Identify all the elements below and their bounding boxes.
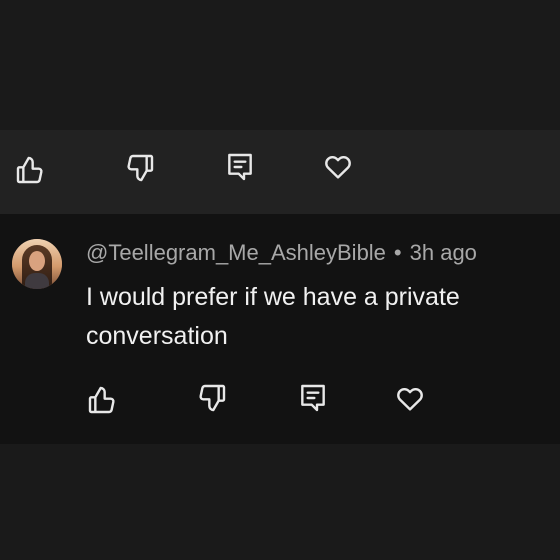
avatar[interactable] — [12, 239, 62, 289]
heart-button[interactable] — [318, 146, 358, 186]
comment-text: I would prefer if we have a private conv… — [86, 283, 460, 350]
heart-button[interactable] — [390, 378, 430, 418]
reply-button[interactable] — [293, 378, 333, 418]
thumbs-up-icon — [16, 156, 43, 184]
comment-time: 3h ago — [409, 240, 477, 265]
previous-comment-actions — [0, 130, 560, 214]
thumbs-down-icon — [127, 154, 154, 182]
top-area — [0, 0, 560, 130]
dislike-button[interactable] — [192, 378, 232, 418]
comment-author[interactable]: @Teellegram_Me_AshleyBible — [86, 240, 386, 265]
like-button[interactable] — [10, 150, 50, 190]
like-button[interactable] — [82, 380, 122, 420]
comment-meta: @Teellegram_Me_AshleyBible • 3h ago — [86, 240, 477, 266]
thumbs-down-icon — [199, 384, 226, 412]
reply-button[interactable] — [220, 147, 260, 187]
dislike-button[interactable] — [120, 148, 160, 188]
thumbs-up-icon — [88, 386, 115, 414]
meta-separator: • — [393, 240, 402, 265]
comments-screen: @Teellegram_Me_AshleyBible • 3h ago I woul… — [0, 0, 560, 560]
heart-icon — [397, 388, 423, 411]
comment-item: @Teellegram_Me_AshleyBible • 3h ago I woul… — [0, 214, 560, 444]
heart-icon — [325, 156, 351, 179]
reply-icon — [301, 384, 325, 412]
avatar-face — [29, 251, 45, 271]
bottom-area — [0, 444, 560, 560]
avatar-body — [25, 273, 49, 289]
reply-icon — [228, 153, 252, 181]
